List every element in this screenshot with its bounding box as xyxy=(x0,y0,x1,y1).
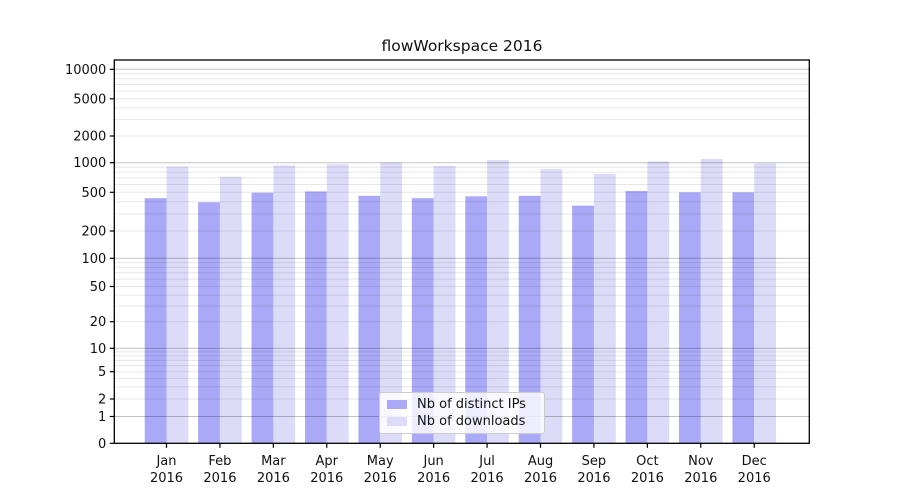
y-tick-label-10: 10 xyxy=(90,342,107,357)
x-tick-label-sep-2016: Sep xyxy=(582,454,607,469)
y-tick-label-5: 5 xyxy=(98,365,106,380)
x-tick-label-jan-2016: Jan xyxy=(155,454,176,469)
y-tick-label-50: 50 xyxy=(90,280,107,295)
chart-title: flowWorkspace 2016 xyxy=(381,37,543,55)
chart-figure: 0 1 2 5 10 20 50 100 200 500 1000 2000 5000 10000 Jan 2… xyxy=(0,0,900,500)
y-tick-label-1: 1 xyxy=(98,410,106,425)
x-tick-label-year-oct-2016: 2016 xyxy=(631,471,664,486)
bar-nb-of-downloads-mar-2016 xyxy=(273,165,296,444)
x-tick-label-year-apr-2016: 2016 xyxy=(310,471,343,486)
x-tick-label-year-dec-2016: 2016 xyxy=(738,471,771,486)
bar-nb-of-distinct-ips-jan-2016 xyxy=(144,198,167,444)
x-tick-label-year-sep-2016: 2016 xyxy=(577,471,610,486)
legend-box: Nb of distinct IPs Nb of downloads xyxy=(379,392,545,434)
x-tick-label-year-jun-2016: 2016 xyxy=(417,471,450,486)
y-tick-label-100: 100 xyxy=(81,252,106,267)
x-tick-label-may-2016: May xyxy=(367,454,394,469)
bar-nb-of-distinct-ips-apr-2016 xyxy=(304,191,327,444)
x-tick-label-year-nov-2016: 2016 xyxy=(684,471,717,486)
legend-swatch-distinct-ips xyxy=(387,399,407,409)
x-tick-label-jul-2016: Jul xyxy=(478,454,495,469)
bar-nb-of-distinct-ips-feb-2016 xyxy=(198,202,220,444)
x-tick-label-year-mar-2016: 2016 xyxy=(257,471,290,486)
x-tick-label-jun-2016: Jun xyxy=(422,454,443,469)
y-tick-label-20: 20 xyxy=(90,315,107,330)
x-tick-label-aug-2016: Aug xyxy=(528,454,553,469)
bar-nb-of-downloads-dec-2016 xyxy=(754,163,777,444)
x-tick-label-year-jul-2016: 2016 xyxy=(471,471,504,486)
x-tick-label-nov-2016: Nov xyxy=(688,454,714,469)
bar-nb-of-downloads-jan-2016 xyxy=(166,166,189,444)
y-tick-label-2000: 2000 xyxy=(73,130,106,145)
y-tick-label-200: 200 xyxy=(81,225,106,240)
bar-nb-of-downloads-oct-2016 xyxy=(647,161,670,444)
x-tick-label-apr-2016: Apr xyxy=(316,454,339,469)
legend-label-distinct-ips: Nb of distinct IPs xyxy=(417,396,526,412)
x-tick-label-year-aug-2016: 2016 xyxy=(524,471,557,486)
x-tick-label-year-jan-2016: 2016 xyxy=(150,471,183,486)
x-tick-label-year-may-2016: 2016 xyxy=(364,471,397,486)
y-tick-label-2: 2 xyxy=(98,393,106,408)
bar-nb-of-distinct-ips-nov-2016 xyxy=(679,192,701,444)
legend-label-downloads: Nb of downloads xyxy=(417,414,526,430)
bar-nb-of-distinct-ips-dec-2016 xyxy=(732,192,755,444)
bar-nb-of-distinct-ips-may-2016 xyxy=(358,195,381,444)
legend-row-downloads: Nb of downloads xyxy=(380,414,544,429)
y-tick-label-10000: 10000 xyxy=(65,63,106,78)
legend-swatch-downloads xyxy=(387,417,407,427)
y-tick-label-1000: 1000 xyxy=(73,156,106,171)
x-tick-label-oct-2016: Oct xyxy=(636,454,658,469)
y-tick-label-5000: 5000 xyxy=(73,92,106,107)
bar-nb-of-downloads-apr-2016 xyxy=(326,164,349,444)
x-tick-label-year-feb-2016: 2016 xyxy=(203,471,236,486)
bar-nb-of-distinct-ips-mar-2016 xyxy=(251,192,274,444)
y-tick-label-0: 0 xyxy=(98,437,106,452)
x-tick-label-mar-2016: Mar xyxy=(261,454,286,469)
bar-nb-of-distinct-ips-oct-2016 xyxy=(625,191,648,444)
x-tick-label-feb-2016: Feb xyxy=(208,454,231,469)
bar-nb-of-downloads-feb-2016 xyxy=(219,176,242,444)
x-tick-label-dec-2016: Dec xyxy=(742,454,767,469)
bar-nb-of-distinct-ips-sep-2016 xyxy=(572,205,594,444)
legend-row-distinct-ips: Nb of distinct IPs xyxy=(380,397,544,412)
y-tick-label-500: 500 xyxy=(81,186,106,201)
